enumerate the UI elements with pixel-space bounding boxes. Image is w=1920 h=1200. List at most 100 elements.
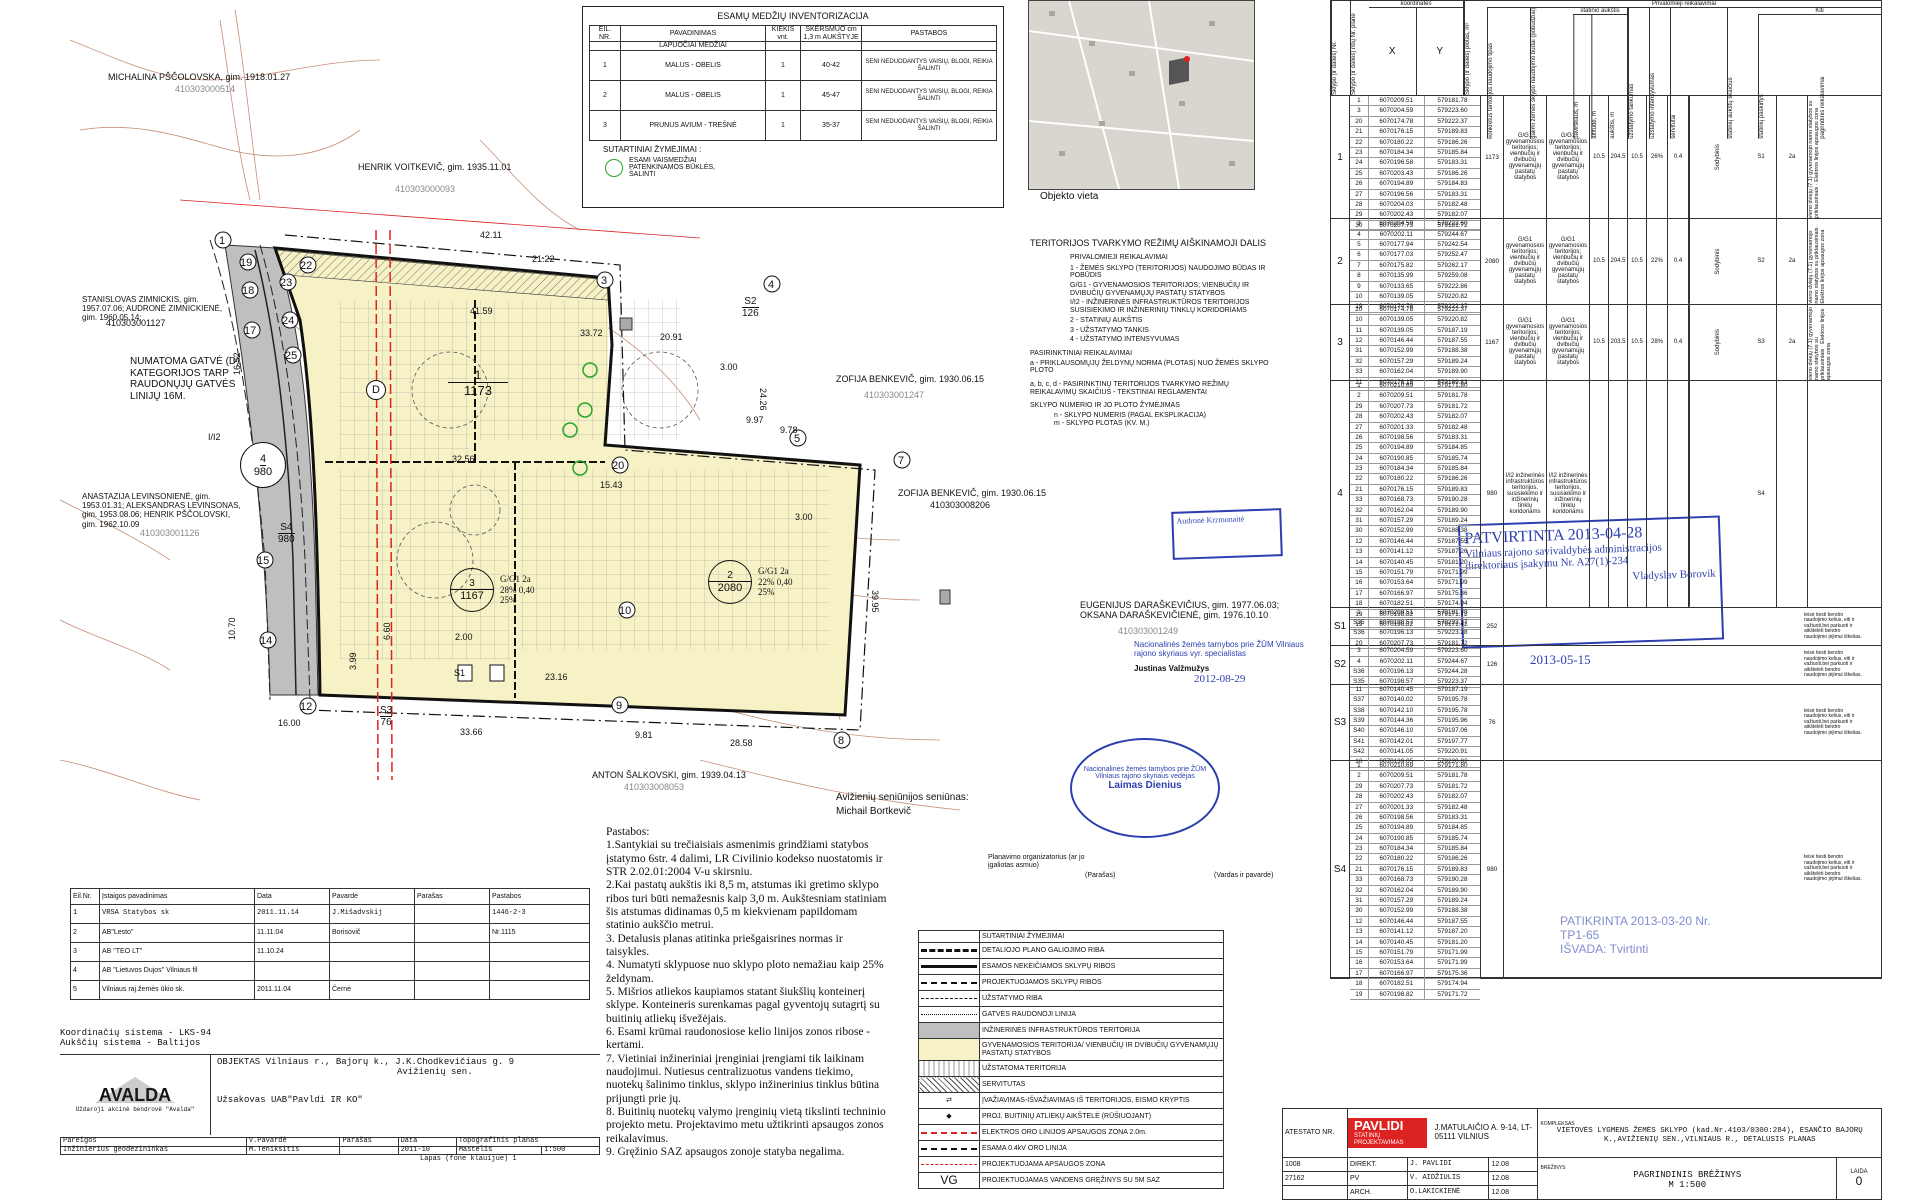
coord-x: 6070198.56 [1369,812,1425,823]
coord-x: 6070142.10 [1369,705,1425,715]
agr-row-nr: 4 [70,961,100,981]
agr-row-nr: 1 [70,904,100,924]
sheet-number: 0 [1855,1174,1863,1189]
owner-16: 410303008053 [624,782,685,792]
coord-row: 33 6070162.04 579189.90 [1350,367,1480,378]
svg-text:33.66: 33.66 [460,727,483,737]
tree-inventory: ESAMŲ MEDŽIŲ INVENTORIZACIJA EIL. NR. PA… [582,6,1004,208]
svg-text:2.00: 2.00 [455,632,473,642]
coord-row: 20 6070174.78 579222.37 [1350,116,1480,128]
coord-x: 6070141.05 [1369,747,1425,757]
agr-row-name: AB"Lesto" [99,923,255,943]
coord-y: 579189.90 [1437,506,1468,514]
plot-2-spec: G/G1 2a [758,565,789,576]
inv-h-qty: KIEKIS vnt. [765,24,801,43]
coord-point: 5 [1350,239,1369,250]
owner-1: 410303000514 [175,84,236,94]
coord-row: 32 6070162.04 579189.90 [1350,505,1480,517]
coord-group-area: 980 [1481,760,1504,978]
note-0: 1.Santykiai su trečiaisiais asmenimis gr… [606,839,883,878]
svg-text:1: 1 [219,235,225,247]
regimes-num-0: n - SKLYPO NUMERIS (PAGAL EKSPLIKACIJA) [1054,412,1206,419]
coord-point: 32 [1350,356,1369,367]
coord-y: 579189.83 [1437,128,1468,136]
coord-row: 23 6070184.34 579185.84 [1350,464,1480,475]
nzt2-text: Nacionalinės žemės tarnybos prie ŽŪM Vil… [1083,766,1207,780]
location-map-svg [1029,1,1254,189]
coord-point: 8 [1350,271,1369,281]
inv-row-note: SENI NEDUODANTYS VAISIŲ, BLOGI, REIKIA Š… [861,110,997,142]
coord-row: 26 6070198.56 579183.31 [1350,812,1480,824]
svg-text:20.91: 20.91 [660,332,683,342]
coord-point: 19 [1350,989,1369,999]
geo-sign [339,1145,399,1156]
agr-row-note: Nr.1115 [489,923,590,943]
coord-y: 579186.26 [1437,169,1468,177]
coord-y: 579195.96 [1437,716,1468,724]
coord-x: 6070204.59 [1369,646,1425,656]
coord-x: 6070176.15 [1369,864,1425,875]
coord-row: 24 6070196.58 579183.31 [1350,158,1480,169]
coord-row: 2 6070209.51 579181.78 [1350,771,1480,782]
coord-point: 12 [1350,536,1369,547]
agr-row-note [489,980,590,1000]
coord-row: S36 6070196.13 579244.28 [1350,666,1480,678]
coord-point: 21 [1350,127,1369,137]
coord-row: 22 6070180.22 579186.26 [1350,474,1480,485]
regimes-req-5: 4 - UŽSTATYMO INTENSYVUMAS [1070,336,1180,344]
coord-point: 10 [1350,315,1369,325]
coord-y: 579182.07 [1437,793,1468,801]
plot-2-number: 2 [709,570,751,582]
coord-group: 2 3 6070204.59 579223.60 4 6070202.11 579244.6… [1331,219,1881,313]
coord-y: 579181.20 [1437,558,1468,566]
coord-x: 6070151.79 [1369,568,1425,578]
coord-group: S4 1 6070210.69 579171.80 2 6070209.51 579181.… [1331,760,1881,1000]
tb-date: 12.08 [1488,1184,1539,1200]
coord-point: 29 [1350,781,1369,792]
agr-row-name: AB "Lietuvos Dujos" Vilniaus fil [99,961,255,981]
agr-row-date: 11.10.24 [254,942,330,962]
coord-x: 6070152.99 [1369,346,1425,356]
coord-point: 27 [1350,802,1369,812]
coord-row: 14 6070140.45 579181.20 [1350,557,1480,568]
coord-h-statinio: statinio aukštis [1573,8,1627,15]
coord-x: 6070196.13 [1369,628,1425,638]
coord-x: 6070168.73 [1369,875,1425,885]
coord-y: 579223.60 [1437,220,1468,228]
plot-4-label: I/I2 4 980 [208,432,298,488]
coord-row: 32 6070157.29 579189.24 [1350,356,1480,368]
company-sub: STATINIŲ PROJEKTAVIMAS [1354,1133,1404,1147]
coord-row: 24 6070190.85 579185.74 [1350,833,1480,845]
owner-8: 410303001247 [864,390,925,400]
agr-row-date: 2011.11.14 [254,904,330,924]
coord-y: 579187.19 [1437,326,1468,334]
agr-row-sign [414,942,490,962]
coord-req-cell [1689,380,1746,607]
coord-y: 579187.55 [1437,917,1468,925]
coord-y: 579242.54 [1437,240,1468,248]
svg-text:3.99: 3.99 [348,652,358,670]
coord-point: 29 [1350,401,1369,412]
coord-h-h1: pavirškaus, m [1573,15,1592,139]
coord-x: 6070146.44 [1369,916,1425,927]
coord-point: 31 [1350,346,1369,356]
coord-point: 24 [1350,833,1369,844]
coord-x: 6070207.73 [1369,401,1425,412]
geo-h-date: Data [397,1137,457,1147]
legend-item: UŽSTATOMA TERITORIJA [979,1060,1224,1077]
coord-point: 28 [1350,412,1369,422]
svg-text:32.56: 32.56 [452,454,475,464]
coord-x: 6070210.69 [1369,760,1425,771]
coord-y: 579183.31 [1437,433,1468,441]
owner-9: ZOFIJA BENKEVIČ, gim. 1930.06.15 [898,488,1047,498]
coord-y: 579195.78 [1437,706,1468,714]
coord-x: 6070174.78 [1369,304,1425,315]
coord-x: 6070151.79 [1369,947,1425,958]
coord-req-text: vieno dviejų (7.1) gyvenamojo namo staty… [1808,306,1832,380]
coord-x: 6070157.29 [1369,516,1425,526]
agr-row-nr: 3 [70,942,100,962]
coord-x: 6070204.59 [1369,219,1425,229]
note-7: 8. Buitinių nuotekų valymo įrenginių vie… [606,1105,886,1145]
svg-text:12: 12 [300,701,312,713]
coord-req-cell: 203.5 [1609,304,1628,380]
